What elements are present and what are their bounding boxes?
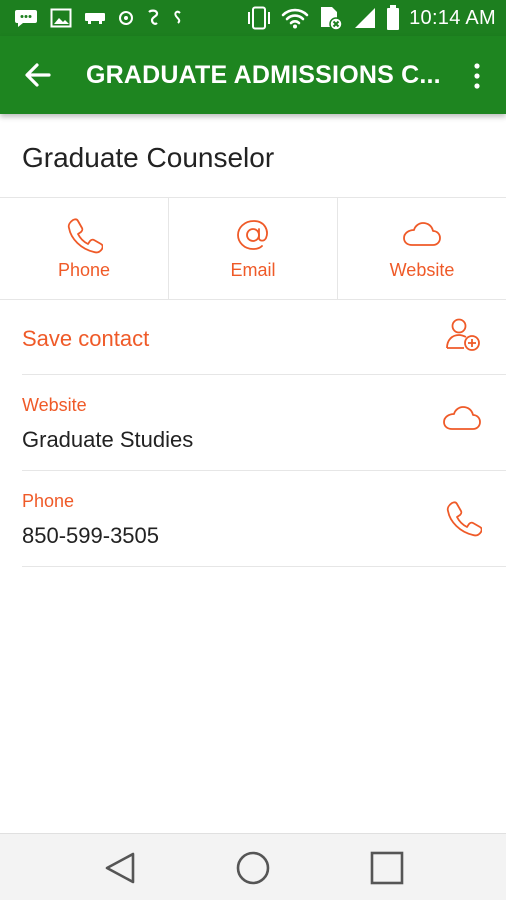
- website-detail-label: Website: [22, 395, 87, 415]
- battery-icon: [387, 5, 400, 30]
- triangle-back-icon: [105, 852, 135, 884]
- sim-error-icon: [321, 7, 343, 31]
- app-notification-icon: [85, 13, 105, 24]
- nav-recents-button[interactable]: [369, 850, 405, 886]
- contact-header: Graduate Counselor: [0, 114, 506, 198]
- overflow-menu-button[interactable]: [470, 61, 484, 91]
- nav-back-button[interactable]: [102, 850, 138, 886]
- email-action-button[interactable]: Email: [169, 198, 338, 299]
- status-time: 10:14 AM: [409, 6, 496, 29]
- image-notification-icon: [50, 8, 72, 28]
- website-detail-row[interactable]: Website Graduate Studies: [22, 375, 506, 471]
- email-action-label: Email: [230, 260, 276, 280]
- square-recents-icon: [370, 851, 404, 885]
- script-notification-icon: [148, 9, 159, 25]
- arrow-back-icon: [25, 63, 51, 87]
- notification-icons: [14, 6, 182, 30]
- contact-name: Graduate Counselor: [22, 142, 275, 173]
- website-detail-value: Graduate Studies: [22, 427, 194, 452]
- circle-home-icon: [236, 851, 270, 885]
- circle-notification-icon: [119, 11, 133, 25]
- cloud-icon: [443, 406, 481, 430]
- phone-action-label: Phone: [57, 260, 111, 280]
- back-button[interactable]: [22, 59, 54, 91]
- chat-notification-icon: [15, 10, 37, 27]
- at-icon: [237, 220, 268, 250]
- s-notification-icon: [174, 10, 181, 24]
- website-action-button[interactable]: Website: [338, 198, 506, 299]
- phone-icon: [67, 218, 103, 254]
- vibrate-icon: [248, 6, 271, 30]
- add-contact-icon: [446, 318, 480, 351]
- save-contact-label: Save contact: [22, 326, 150, 351]
- page-title: GRADUATE ADMISSIONS C...: [86, 61, 441, 89]
- signal-icon: [355, 8, 376, 28]
- status-bar: 10:14 AM: [0, 0, 506, 36]
- phone-detail-value: 850-599-3505: [22, 523, 160, 548]
- system-icons: 10:14 AM: [246, 4, 496, 32]
- phone-detail-row[interactable]: Phone 850-599-3505: [22, 471, 506, 567]
- wifi-icon: [281, 8, 309, 29]
- nav-home-button[interactable]: [235, 850, 271, 886]
- save-contact-row[interactable]: Save contact: [22, 300, 506, 375]
- website-action-label: Website: [389, 260, 455, 280]
- system-nav-bar: [0, 833, 506, 900]
- quick-actions: Phone Email Website: [0, 198, 506, 300]
- more-vert-icon: [474, 63, 480, 89]
- phone-icon: [446, 501, 482, 537]
- phone-action-button[interactable]: Phone: [0, 198, 169, 299]
- phone-detail-label: Phone: [22, 491, 75, 511]
- cloud-icon: [403, 222, 441, 246]
- app-bar: GRADUATE ADMISSIONS C...: [0, 36, 506, 114]
